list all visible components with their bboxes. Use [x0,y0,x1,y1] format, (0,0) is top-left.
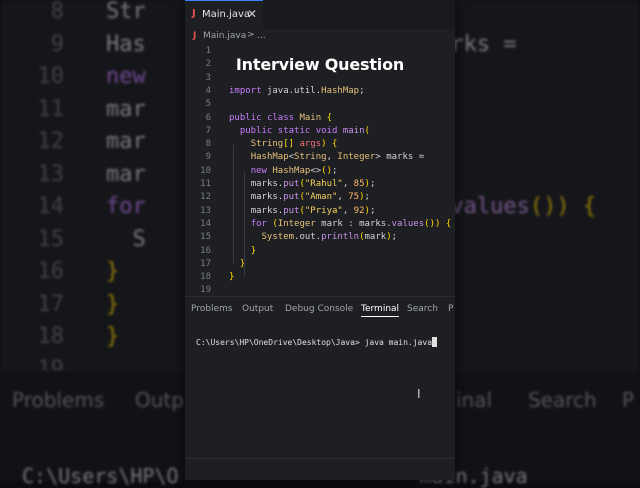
bg-code-text: } [106,291,120,317]
line-number: 10 [200,165,211,176]
line-number: 6 [205,112,211,123]
bg-code-text: mar [106,96,146,122]
line-number: 4 [205,85,211,96]
code-line: 5 [185,98,455,111]
code-line: 4 import java.util.HashMap; [185,85,455,98]
code-text: public static void main( [239,125,370,136]
code-line: 18} [185,271,455,284]
editor-tab-bar: J Main.java ✕ [185,0,455,29]
code-text: } [229,272,235,283]
code-text: marks.put("Aman", 75); [250,192,370,203]
code-text: System.out.println(mark); [261,232,398,243]
bg-line-number: 14 [37,194,65,219]
bg-line-number: 17 [37,291,65,317]
code-line: 6 public class Main { [185,112,455,125]
code-line: 12 marks.put("Aman", 75); [185,191,455,204]
line-number: 11 [200,179,211,189]
tab-search[interactable]: Search [407,304,438,314]
code-text: } [239,258,246,269]
code-line: 9 HashMap<String, Integer> marks = [185,151,455,164]
bg-line-number: 8 [50,0,64,24]
code-text: new HashMap<>(); [250,165,338,176]
indent-guide [244,172,245,276]
java-file-icon: J [193,31,197,41]
code-text: import java.util.HashMap; [229,85,365,96]
bg-line-number: 10 [37,64,65,89]
breadcrumb: J Main.java > ... [185,29,455,45]
bg-line-number: 13 [37,161,65,187]
tab-problems[interactable]: Problems [191,304,232,314]
bg-line-number: 9 [50,31,64,57]
line-number: 16 [200,245,211,256]
code-line: 7 public static void main( [185,125,455,138]
line-number: 13 [200,205,211,216]
code-text: for (Integer mark : marks.values()) { [250,218,452,229]
tab-debug-console[interactable]: Debug Console [285,304,353,314]
code-line: 16 } [185,245,455,258]
bg-code-text: Str [106,0,146,24]
code-line: 11 marks.put("Rahul", 85); [185,178,455,191]
bg-code-text: } [106,324,120,349]
bg-code-text: mar [106,129,146,154]
tab-output[interactable]: Output [242,304,273,314]
tab-terminal[interactable]: Terminal [361,304,400,317]
tab-more[interactable]: P [448,304,453,314]
line-number: 8 [205,139,211,150]
bg-tab-search: Search [528,388,597,412]
line-number: 18 [200,272,211,283]
code-line: 8 String[] args) { [185,138,455,151]
code-line: 13 marks.put("Priya", 92); [185,205,455,218]
terminal[interactable]: C:\Users\HP\OneDrive\Desktop\Java> java … [185,320,455,480]
bg-tab-more: P [622,388,635,412]
bg-line-number: 12 [37,129,65,154]
editor-window: J Main.java ✕ J Main.java > ... 1 2 3 4 impo… [185,0,455,480]
line-number: 7 [205,125,211,136]
tab-label: Main.java [202,9,251,20]
line-number: 12 [200,192,211,203]
bg-line-number: 16 [37,259,65,284]
code-line: 10 new HashMap<>(); [185,165,455,178]
bg-line-number: 18 [37,324,65,349]
bg-tab-output: Outp [135,388,184,412]
line-number: 15 [200,232,211,243]
line-number: 9 [205,152,211,163]
code-line: 17 } [185,258,455,271]
bg-line-number: 11 [37,96,65,122]
terminal-prompt: C:\Users\HP\OneDrive\Desktop\Java> [196,338,365,347]
divider [185,458,455,459]
text-cursor [432,337,438,347]
code-line: 15 System.out.println(mark); [185,231,455,244]
java-file-icon: J [192,8,196,19]
bg-code-text: new [106,64,146,89]
code-editor[interactable]: 1 2 3 4 import java.util.HashMap; 5 6 public cl… [185,44,455,295]
line-number: 17 [200,258,211,269]
code-text: marks.put("Rahul", 85); [250,179,376,189]
bg-tab-problems: Problems [12,388,105,412]
code-line: 14 for (Integer mark : marks.values()) { [185,218,455,231]
indent-guide [233,145,234,263]
ibeam-cursor-icon: I [417,387,421,401]
terminal-command[interactable]: java main.java [365,338,432,347]
bg-line-number: 19 [37,356,65,371]
line-number: 14 [200,218,211,229]
chevron-right-icon: > [247,30,255,40]
close-icon[interactable]: ✕ [247,7,257,21]
bottom-panel-tabs: Problems Output Debug Console Terminal S… [185,296,455,321]
code-text: marks.put("Priya", 92); [250,205,376,216]
line-number: 5 [205,99,211,110]
video-title-overlay: Interview Question [235,55,405,74]
code-text: public class Main { [229,112,332,123]
breadcrumb-more[interactable]: ... [257,31,266,41]
bg-code-text: } [106,259,120,284]
bg-tab-terminal: inal [456,388,493,412]
tab-main-java[interactable]: J Main.java ✕ [185,0,263,29]
bg-line-number: 15 [37,226,65,252]
code-text: String[] args) { [250,139,338,150]
breadcrumb-file[interactable]: Main.java [203,31,246,41]
code-text: HashMap<String, Integer> marks = [250,152,425,163]
bg-code-text: mar [106,161,146,187]
terminal-line: C:\Users\HP\OneDrive\Desktop\Java> java … [196,337,438,347]
